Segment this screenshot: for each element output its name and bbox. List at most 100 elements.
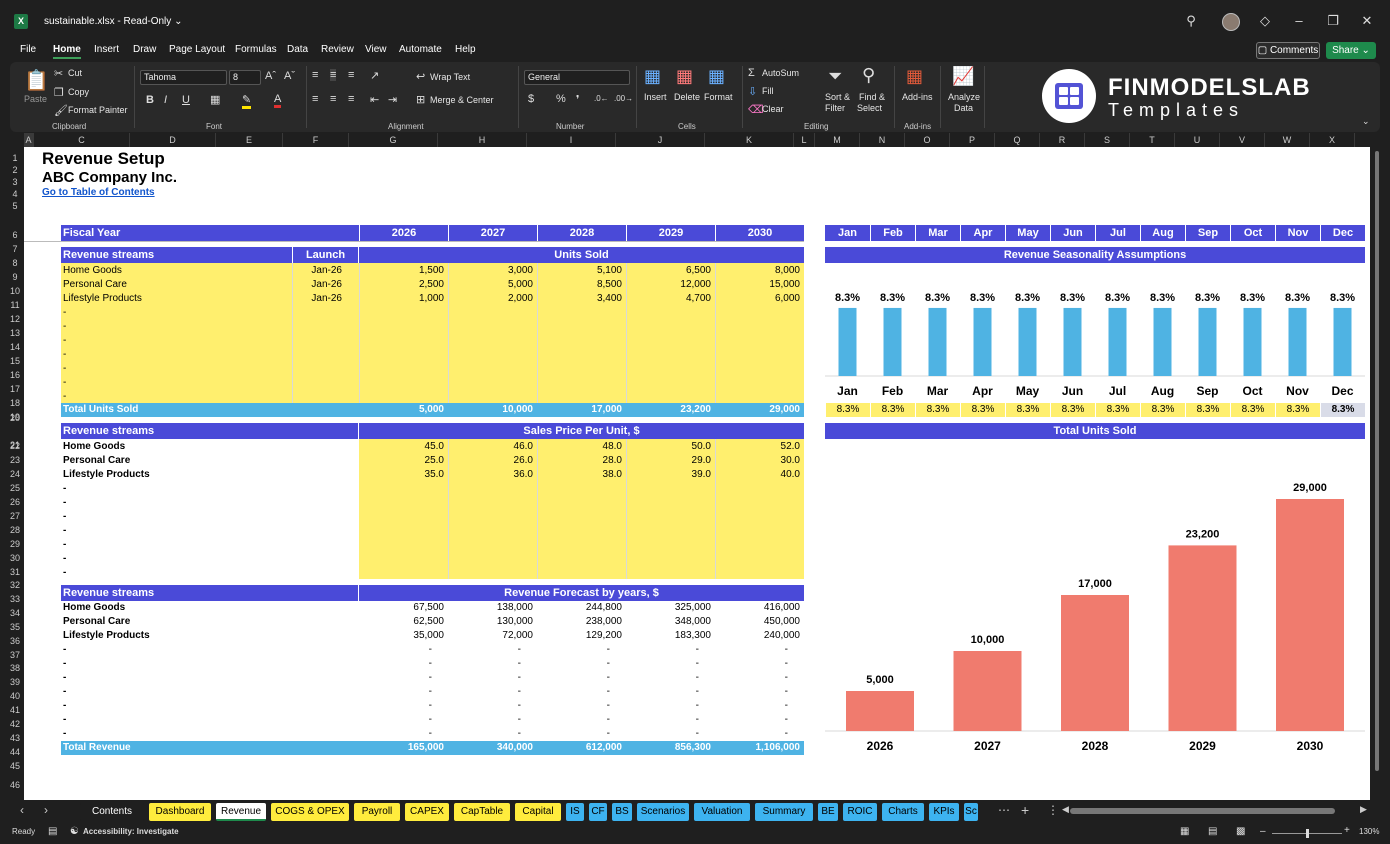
align-middle-icon[interactable]: ≡: [330, 69, 337, 81]
value-cell[interactable]: 238,000: [537, 615, 622, 629]
stream-name[interactable]: Personal Care: [63, 454, 130, 468]
delete-cells-icon[interactable]: ▦: [676, 66, 693, 87]
stream-name[interactable]: Personal Care: [63, 278, 127, 292]
seasonality-value[interactable]: 8.3%: [915, 403, 960, 417]
value-cell[interactable]: 183,300: [626, 629, 711, 643]
borders-icon[interactable]: ▦: [210, 93, 220, 106]
row-header[interactable]: 13: [6, 328, 24, 338]
tab-kpis[interactable]: KPIs: [929, 803, 959, 821]
worksheet[interactable]: Revenue Setup ABC Company Inc. Go to Tab…: [24, 147, 1370, 800]
row-header[interactable]: 4: [6, 189, 24, 199]
empty-stream[interactable]: -: [63, 713, 66, 727]
menu-view[interactable]: View: [365, 44, 387, 55]
menu-draw[interactable]: Draw: [133, 44, 156, 55]
fill-icon[interactable]: ⇩: [748, 85, 757, 98]
add-ins-button[interactable]: Add-ins: [902, 92, 933, 102]
row-header[interactable]: 10: [6, 286, 24, 296]
analyze-line1[interactable]: Analyze: [948, 92, 980, 102]
row-header[interactable]: 45: [6, 761, 24, 771]
value-cell[interactable]: 240,000: [715, 629, 800, 643]
tab-scenarios[interactable]: Scenarios: [637, 803, 689, 821]
scissors-icon[interactable]: ✂: [54, 67, 63, 80]
zoom-out-icon[interactable]: –: [1260, 826, 1266, 837]
empty-stream[interactable]: -: [63, 685, 66, 699]
value-cell[interactable]: 40.0: [715, 468, 800, 482]
menu-file[interactable]: File: [20, 44, 36, 55]
sort-filter-line1[interactable]: Sort &: [825, 92, 850, 102]
empty-stream[interactable]: -: [63, 334, 66, 348]
value-cell[interactable]: 45.0: [359, 440, 444, 454]
column-header[interactable]: S: [1085, 133, 1130, 147]
row-header[interactable]: 29: [6, 539, 24, 549]
value-cell[interactable]: 450,000: [715, 615, 800, 629]
tab-dashboard[interactable]: Dashboard: [149, 803, 211, 821]
copy-button[interactable]: Copy: [68, 87, 89, 97]
font-size-select[interactable]: 8: [229, 70, 261, 85]
tab-cogs-opex[interactable]: COGS & OPEX: [271, 803, 349, 821]
accessibility-icon[interactable]: ☯: [70, 826, 79, 837]
avatar[interactable]: [1222, 13, 1240, 31]
value-cell[interactable]: 5,000: [448, 278, 533, 292]
row-header[interactable]: 24: [6, 469, 24, 479]
menu-help[interactable]: Help: [455, 44, 476, 55]
row-header[interactable]: 5: [6, 201, 24, 211]
column-header[interactable]: L: [794, 133, 815, 147]
comma-icon[interactable]: ❜: [576, 93, 580, 106]
empty-stream[interactable]: -: [63, 727, 66, 741]
row-header[interactable]: 28: [6, 525, 24, 535]
menu-page-layout[interactable]: Page Layout: [169, 44, 225, 55]
column-header[interactable]: R: [1040, 133, 1085, 147]
row-header[interactable]: 17: [6, 384, 24, 394]
value-cell[interactable]: 138,000: [448, 601, 533, 615]
tab-summary[interactable]: Summary: [755, 803, 813, 821]
scroll-left-icon[interactable]: ◀: [1062, 804, 1069, 815]
row-header[interactable]: 34: [6, 608, 24, 618]
row-header[interactable]: 27: [6, 511, 24, 521]
empty-stream[interactable]: -: [63, 362, 66, 376]
value-cell[interactable]: 46.0: [448, 440, 533, 454]
column-header[interactable]: E: [216, 133, 283, 147]
column-header[interactable]: P: [950, 133, 995, 147]
comments-button[interactable]: ▢ Comments: [1256, 42, 1320, 59]
value-cell[interactable]: 1,000: [359, 292, 444, 306]
row-header[interactable]: 30: [6, 553, 24, 563]
value-cell[interactable]: 35.0: [359, 468, 444, 482]
empty-stream[interactable]: -: [63, 643, 66, 657]
menu-formulas[interactable]: Formulas: [235, 44, 277, 55]
row-header[interactable]: 2: [6, 165, 24, 175]
tab-capex[interactable]: CAPEX: [405, 803, 449, 821]
row-header[interactable]: 40: [6, 691, 24, 701]
seasonality-value[interactable]: 8.3%: [1230, 403, 1275, 417]
value-cell[interactable]: 36.0: [448, 468, 533, 482]
paste-button[interactable]: Paste: [24, 94, 47, 104]
empty-stream[interactable]: -: [63, 699, 66, 713]
empty-stream[interactable]: -: [63, 657, 66, 671]
value-cell[interactable]: 67,500: [359, 601, 444, 615]
insert-cells-icon[interactable]: ▦: [644, 66, 661, 87]
zoom-slider-thumb[interactable]: [1306, 829, 1309, 838]
value-cell[interactable]: 5,100: [537, 264, 622, 278]
launch-date[interactable]: Jan-26: [292, 264, 342, 278]
fill-button[interactable]: Fill: [762, 86, 774, 96]
more-tabs-icon[interactable]: ⋯: [998, 803, 1010, 817]
seasonality-value[interactable]: 8.3%: [825, 403, 870, 417]
wrap-text-icon[interactable]: ↩: [416, 70, 425, 83]
value-cell[interactable]: 8,500: [537, 278, 622, 292]
analyze-data-icon[interactable]: 📈: [952, 66, 974, 87]
row-header[interactable]: 35: [6, 622, 24, 632]
zoom-in-icon[interactable]: +: [1344, 825, 1350, 836]
column-header[interactable]: T: [1130, 133, 1175, 147]
row-header[interactable]: 9: [6, 272, 24, 282]
increase-indent-icon[interactable]: ⇥: [388, 93, 397, 106]
currency-icon[interactable]: $: [528, 93, 534, 105]
seasonality-input-row[interactable]: 8.3% 8.3% 8.3% 8.3% 8.3% 8.3% 8.3% 8.3% 8.3% 8.3%…: [825, 403, 1365, 417]
value-cell[interactable]: 6,500: [626, 264, 711, 278]
diamond-icon[interactable]: ◇: [1256, 12, 1274, 30]
value-cell[interactable]: 3,400: [537, 292, 622, 306]
empty-stream[interactable]: -: [63, 496, 66, 510]
tab-cf[interactable]: CF: [589, 803, 607, 821]
stream-name[interactable]: Lifestyle Products: [63, 468, 150, 482]
empty-stream[interactable]: -: [63, 671, 66, 685]
row-header[interactable]: 44: [6, 747, 24, 757]
column-header[interactable]: H: [438, 133, 527, 147]
